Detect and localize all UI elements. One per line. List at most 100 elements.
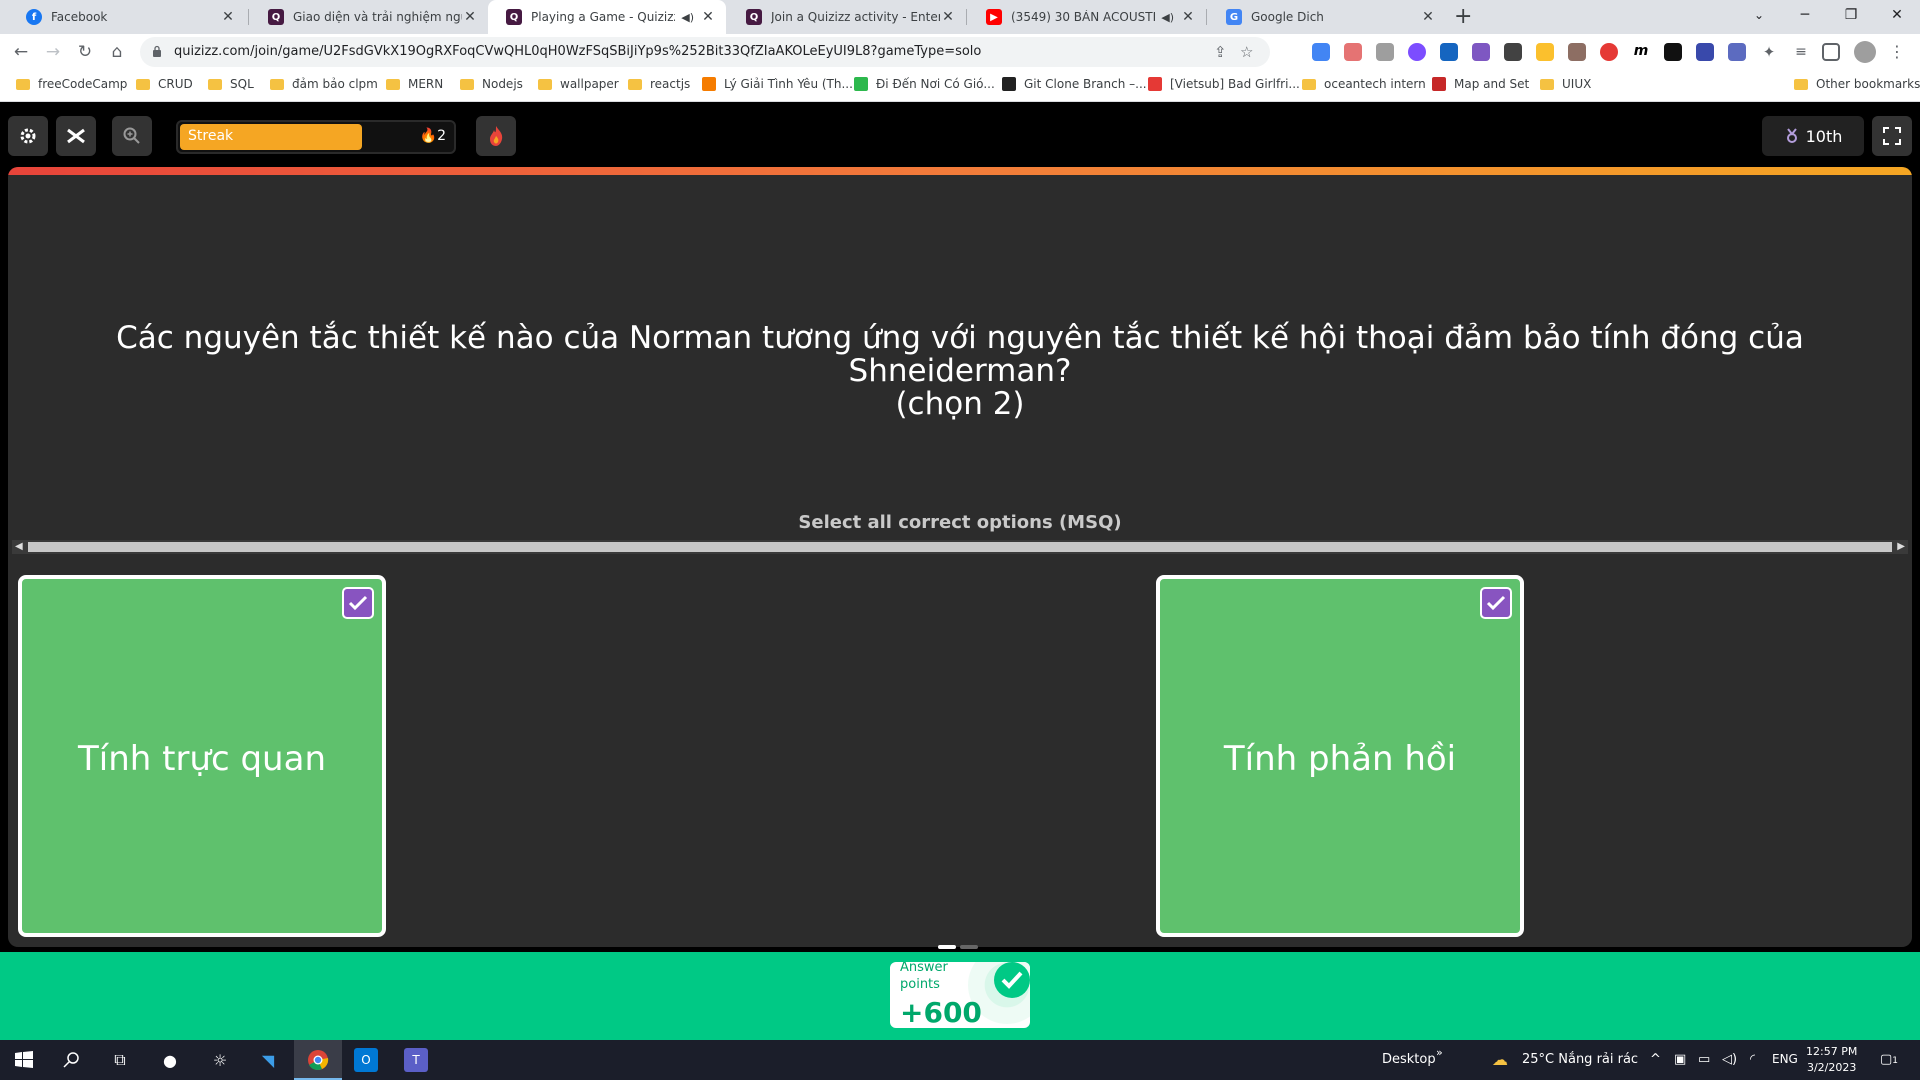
fullscreen-button[interactable] (1872, 116, 1912, 156)
checkbox-checked-icon[interactable] (342, 587, 374, 619)
answer-option[interactable]: Tính trực quan (18, 575, 386, 937)
bookmark-item[interactable]: đảm bảo clpm (270, 77, 378, 91)
other-bookmarks[interactable]: Other bookmarks (1794, 77, 1920, 91)
close-icon[interactable]: ✕ (940, 9, 956, 25)
menu-icon[interactable]: ⋮ (1888, 43, 1906, 61)
extension-icon[interactable] (1408, 43, 1426, 61)
reload-button[interactable]: ↻ (74, 41, 96, 63)
powerups-button[interactable] (56, 116, 96, 156)
home-button[interactable]: ⌂ (106, 41, 128, 63)
minimize-button[interactable]: ─ (1782, 0, 1828, 30)
folder-icon (270, 78, 284, 90)
settings-button[interactable] (8, 116, 48, 156)
extension-icon[interactable] (1472, 43, 1490, 61)
notification-icon[interactable]: ▢1 (1880, 1052, 1898, 1067)
side-panel-icon[interactable] (1822, 43, 1840, 61)
bookmark-item[interactable]: SQL (208, 77, 254, 91)
extension-icon[interactable]: m (1632, 43, 1650, 61)
translate-extension-icon[interactable] (1312, 43, 1330, 61)
settings-app-icon[interactable]: ☼ (208, 1048, 232, 1072)
bookmark-item[interactable]: Lý Giải Tình Yêu (Th... (702, 77, 853, 91)
extension-icon[interactable] (1536, 43, 1554, 61)
speaker-icon[interactable]: ◀) (1161, 11, 1174, 24)
bookmark-star-icon[interactable]: ☆ (1240, 43, 1253, 61)
scroll-right-icon[interactable]: ▶ (1897, 541, 1905, 552)
bookmark-item[interactable]: Map and Set (1432, 77, 1529, 91)
tab-google-dich[interactable]: G Google Dich ✕ (1208, 0, 1446, 34)
chrome-icon[interactable] (306, 1048, 330, 1072)
chevron-up-icon[interactable]: ^ (1650, 1052, 1661, 1067)
desktop-toolbar[interactable]: Desktop (1382, 1052, 1436, 1067)
checkbox-checked-icon[interactable] (1480, 587, 1512, 619)
tab-join-quizizz[interactable]: Q Join a Quizizz activity - Enter code ✕ (728, 0, 966, 34)
zoom-button[interactable] (112, 116, 152, 156)
extension-icon[interactable] (1728, 43, 1746, 61)
extension-icon[interactable] (1696, 43, 1714, 61)
tab-giao-dien[interactable]: Q Giao diện và trải nghiệm người dùng ✕ (250, 0, 488, 34)
wifi-icon[interactable]: ◜ (1750, 1052, 1755, 1067)
language-indicator[interactable]: ENG (1772, 1052, 1798, 1066)
extension-icon[interactable] (1600, 43, 1618, 61)
quizizz-icon: Q (746, 9, 762, 25)
tab-facebook[interactable]: f Facebook ✕ (8, 0, 246, 34)
extension-icon[interactable] (1344, 43, 1362, 61)
bookmark-item[interactable]: wallpaper (538, 77, 619, 91)
share-icon[interactable]: ⇪ (1214, 43, 1227, 61)
close-icon[interactable]: ✕ (700, 9, 716, 25)
chevron-double-icon[interactable]: » (1436, 1046, 1443, 1059)
bookmark-item[interactable]: Git Clone Branch –... (1002, 77, 1147, 91)
restore-button[interactable]: ❐ (1828, 0, 1874, 30)
windows-start-icon[interactable] (12, 1048, 36, 1072)
volume-icon[interactable]: ◁) (1722, 1052, 1737, 1067)
extension-icon[interactable] (1568, 43, 1586, 61)
bookmark-item[interactable]: Nodejs (460, 77, 523, 91)
bookmark-item[interactable]: Đi Đến Nơi Có Gió... (854, 77, 995, 91)
answer-option[interactable]: Tính phản hồi (1156, 575, 1524, 937)
system-clock[interactable]: 12:57 PM 3/2/2023 (1806, 1044, 1857, 1076)
avatar[interactable] (1854, 41, 1876, 63)
bookmark-item[interactable]: reactjs (628, 77, 690, 91)
powerup-fire-button[interactable] (476, 116, 516, 156)
bookmark-item[interactable]: CRUD (136, 77, 193, 91)
puzzle-icon[interactable]: ✦ (1760, 43, 1778, 61)
speaker-icon[interactable]: ◀) (681, 11, 694, 24)
extension-icon[interactable] (1504, 43, 1522, 61)
close-icon[interactable]: ✕ (1180, 9, 1196, 25)
teams-icon[interactable]: T (404, 1048, 428, 1072)
horizontal-scrollbar[interactable]: ◀ ▶ (12, 540, 1908, 554)
vscode-icon[interactable]: ◥ (256, 1048, 280, 1072)
scrollbar-thumb[interactable] (28, 542, 1892, 552)
address-bar[interactable]: quizizz.com/join/game/U2FsdGVkX19OgRXFoq… (140, 37, 1270, 67)
bookmark-item[interactable]: UIUX (1540, 77, 1591, 91)
outlook-icon[interactable]: O (354, 1048, 378, 1072)
back-button[interactable]: ← (10, 41, 32, 63)
tab-search-icon[interactable]: ⌄ (1736, 0, 1782, 30)
extension-icon[interactable] (1664, 43, 1682, 61)
new-tab-button[interactable]: + (1454, 4, 1472, 29)
bookmark-item[interactable]: MERN (386, 77, 443, 91)
folder-icon (628, 78, 642, 90)
close-icon[interactable]: ✕ (462, 9, 478, 25)
weather-icon[interactable]: ☁ (1492, 1050, 1508, 1069)
search-icon[interactable] (60, 1048, 84, 1072)
battery-icon[interactable]: ▭ (1698, 1052, 1710, 1067)
media-control-icon[interactable]: ≡ (1792, 43, 1810, 61)
bookmark-item[interactable]: oceantech intern (1302, 77, 1426, 91)
window-close-button[interactable]: ✕ (1874, 0, 1920, 30)
weather-text[interactable]: 25°C Nắng rải rác (1522, 1052, 1638, 1067)
close-icon[interactable]: ✕ (1420, 9, 1436, 25)
extension-icon[interactable] (1440, 43, 1458, 61)
tab-youtube[interactable]: ▶ (3549) 30 BẢN ACOUSTIC CỰC CHILL ◀) ✕ (968, 0, 1206, 34)
task-view-icon[interactable]: ⧉ (108, 1048, 132, 1072)
close-icon[interactable]: ✕ (220, 9, 236, 25)
scroll-left-icon[interactable]: ◀ (15, 541, 23, 552)
forward-button[interactable]: → (42, 41, 64, 63)
app-icon[interactable]: ● (158, 1048, 182, 1072)
page-dot[interactable] (938, 945, 956, 949)
bookmark-item[interactable]: [Vietsub] Bad Girlfri... (1148, 77, 1300, 91)
color-picker-icon[interactable] (1376, 43, 1394, 61)
bookmark-item[interactable]: freeCodeCamp (16, 77, 127, 91)
tab-playing-game[interactable]: Q Playing a Game - Quizizz ◀) ✕ (488, 0, 726, 34)
tray-app-icon[interactable]: ▣ (1674, 1052, 1686, 1067)
page-dot[interactable] (960, 945, 978, 949)
